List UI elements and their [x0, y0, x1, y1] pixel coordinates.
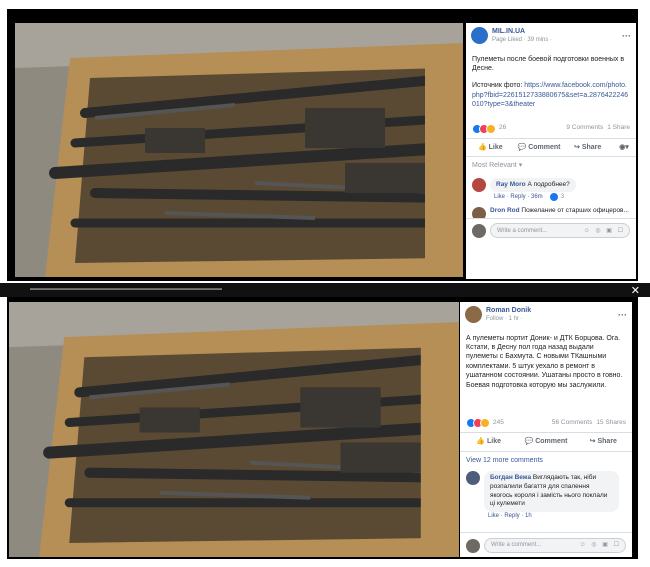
page-name[interactable]: MIL.IN.UA — [492, 27, 552, 36]
author-avatar[interactable] — [465, 306, 482, 324]
user-avatar — [472, 223, 486, 238]
commenter-avatar[interactable] — [472, 207, 486, 219]
screenshot-bottom: Roman Donik Follow · 1 hr · ··· А пулеме… — [7, 297, 638, 559]
post-actions: 👍 Like 💬 Comment ↪ Share — [460, 432, 632, 452]
reaction-count[interactable]: 26 — [499, 124, 506, 133]
comments-count[interactable]: 9 Comments — [566, 124, 603, 133]
post-photo-bottom[interactable] — [9, 302, 459, 557]
source-label: Источник фото: — [472, 82, 523, 90]
page-avatar[interactable] — [471, 27, 488, 45]
shares-count[interactable]: 1 Share — [607, 124, 630, 133]
comment-sort[interactable]: Most Relevant ▾ — [466, 157, 636, 174]
haha-reaction-icon — [486, 123, 496, 134]
more-options-icon[interactable]: ··· — [622, 30, 631, 42]
comment-item: Богдан Вежа Виглядають так, ніби розпали… — [460, 469, 632, 522]
audience-icon[interactable]: ◉▾ — [612, 139, 636, 156]
post-meta: Page Liked · 39 mins · — [492, 37, 553, 44]
comment-button[interactable]: 💬 Comment — [515, 139, 564, 156]
background-bar-text: ▬▬▬▬▬▬▬▬▬▬▬▬▬▬▬▬▬▬▬▬▬▬▬▬▬▬▬▬▬▬▬▬ — [30, 286, 222, 292]
like-button[interactable]: 👍 Like — [466, 139, 515, 156]
post-actions: 👍 Like 💬 Comment ↪ Share ◉▾ — [466, 137, 636, 158]
background-toolbar: ▬▬▬▬▬▬▬▬▬▬▬▬▬▬▬▬▬▬▬▬▬▬▬▬▬▬▬▬▬▬▬▬ — [0, 283, 650, 297]
comment-like-icon — [548, 192, 559, 203]
reaction-count[interactable]: 245 — [493, 419, 504, 428]
post-text: А пулеметы портит Доник- и ДТК Борцова. … — [466, 334, 623, 389]
comment-author[interactable]: Dron Rod — [490, 207, 520, 214]
shares-count[interactable]: 15 Shares — [596, 419, 626, 428]
comment-actions[interactable]: Like · Reply · 36m — [494, 193, 543, 201]
post-panel-bottom: Roman Donik Follow · 1 hr · ··· А пулеме… — [460, 302, 632, 557]
comment-input[interactable]: Write a comment... ☺ ◎ ▣ ☐ — [484, 538, 626, 553]
comment-item: Ray Moro А подробнее? Like · Reply · 36m… — [466, 175, 636, 206]
post-text: Пулеметы после боевой подготовки военных… — [472, 55, 625, 72]
comment-input[interactable]: Write a comment... ☺ ◎ ▣ ☐ — [490, 223, 630, 239]
comment-item: Dron Rod Пожелание от старших офицеров..… — [466, 205, 636, 219]
comment-actions[interactable]: Like · Reply · 1h — [484, 512, 619, 520]
post-photo-top[interactable] — [15, 23, 463, 277]
commenter-avatar[interactable] — [466, 471, 480, 486]
more-options-icon[interactable]: ··· — [618, 309, 627, 321]
comment-author[interactable]: Богдан Вежа — [490, 474, 531, 481]
user-avatar — [466, 538, 480, 553]
share-button[interactable]: ↪ Share — [575, 433, 632, 450]
comments-count[interactable]: 56 Comments — [552, 419, 592, 428]
comment-text: А подробнее? — [527, 180, 570, 188]
share-button[interactable]: ↪ Share — [563, 139, 612, 156]
close-icon[interactable]: ✕ — [631, 284, 640, 297]
author-name[interactable]: Roman Donik — [486, 306, 531, 315]
view-more-comments-link[interactable]: View 12 more comments — [460, 452, 632, 469]
like-button[interactable]: 👍 Like — [460, 433, 517, 450]
comment-author[interactable]: Ray Moro — [496, 181, 526, 188]
post-meta: Follow · 1 hr · — [486, 316, 523, 323]
post-panel-top: MIL.IN.UA Page Liked · 39 mins · ··· Пул… — [466, 23, 636, 279]
comment-button[interactable]: 💬 Comment — [517, 433, 574, 450]
haha-reaction-icon — [480, 418, 490, 429]
machine-guns-photo — [15, 23, 463, 277]
screenshot-top: MIL.IN.UA Page Liked · 39 mins · ··· Пул… — [7, 9, 638, 281]
comment-tools-icon[interactable]: ☺ ◎ ▣ ☐ — [580, 541, 621, 549]
machine-guns-photo — [9, 302, 459, 557]
comment-reaction-count: 3 — [560, 194, 565, 201]
commenter-avatar[interactable] — [472, 177, 486, 192]
comment-text: Пожелание от старших офицеров... — [521, 207, 629, 215]
comment-tools-icon[interactable]: ☺ ◎ ▣ ☐ — [584, 227, 625, 235]
